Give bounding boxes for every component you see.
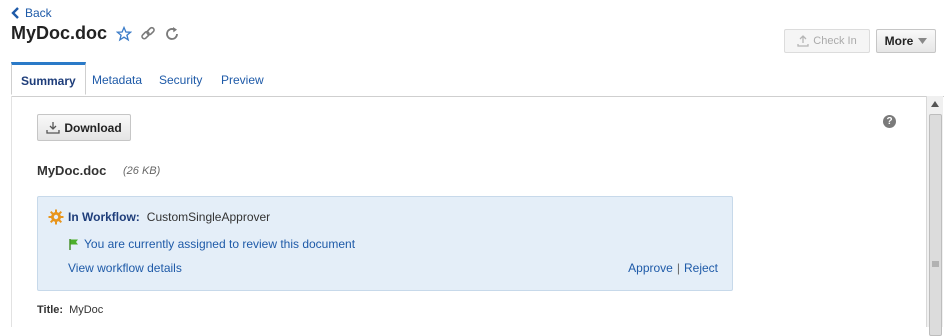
back-link[interactable]: Back [11,6,52,20]
workflow-assignment-text: You are currently assigned to review thi… [84,237,356,251]
title-actions [115,25,180,42]
back-label: Back [25,6,52,20]
tab-metadata-label: Metadata [92,73,143,87]
title-field-label: Title: [37,304,64,316]
tab-metadata[interactable]: Metadata [92,70,142,95]
help-icon[interactable]: ? [883,115,896,128]
workflow-label: In Workflow: [68,210,140,224]
tab-security[interactable]: Security [159,70,202,95]
chevron-left-icon [11,7,19,19]
scrollbar-thumb[interactable] [929,114,942,336]
flag-icon [69,239,78,250]
download-button[interactable]: Download [37,114,131,141]
title-field: Title: MyDoc [37,304,103,316]
workflow-name: CustomSingleApprover [146,210,271,224]
vertical-scrollbar[interactable] [926,96,943,336]
workflow-header: In Workflow: CustomSingleApprover [48,209,270,225]
gear-icon [48,209,64,225]
check-in-label: Check In [813,35,857,47]
more-button[interactable]: More [876,29,936,53]
workflow-panel: In Workflow: CustomSingleApprover You ar… [37,196,733,291]
upload-icon [797,35,809,47]
link-icon[interactable] [140,26,156,42]
caret-down-icon [918,38,928,44]
view-workflow-details-link[interactable]: View workflow details [68,261,182,275]
tab-summary[interactable]: Summary [11,62,86,95]
more-label: More [884,34,914,48]
tab-bar: Summary Metadata Security Preview [11,62,944,97]
star-icon[interactable] [115,25,133,42]
file-name: MyDoc.doc [37,163,107,178]
workflow-assignment: You are currently assigned to review thi… [68,237,355,251]
approve-link[interactable]: Approve [628,261,673,275]
tab-summary-label: Summary [21,74,76,88]
action-separator: | [676,261,680,275]
tab-preview[interactable]: Preview [221,70,264,95]
file-size: (26 KB) [123,165,161,177]
page-title: MyDoc.doc [11,23,108,43]
download-label: Download [64,120,122,135]
workflow-actions: Approve | Reject [628,261,718,275]
tab-security-label: Security [159,73,203,87]
check-in-button[interactable]: Check In [784,29,870,53]
title-field-value: MyDoc [69,304,104,316]
tab-preview-label: Preview [221,73,264,87]
refresh-icon[interactable] [164,26,180,42]
reject-link[interactable]: Reject [684,261,718,275]
download-icon [46,122,60,134]
grip-icon [932,261,939,267]
scroll-up-icon[interactable] [931,101,939,107]
